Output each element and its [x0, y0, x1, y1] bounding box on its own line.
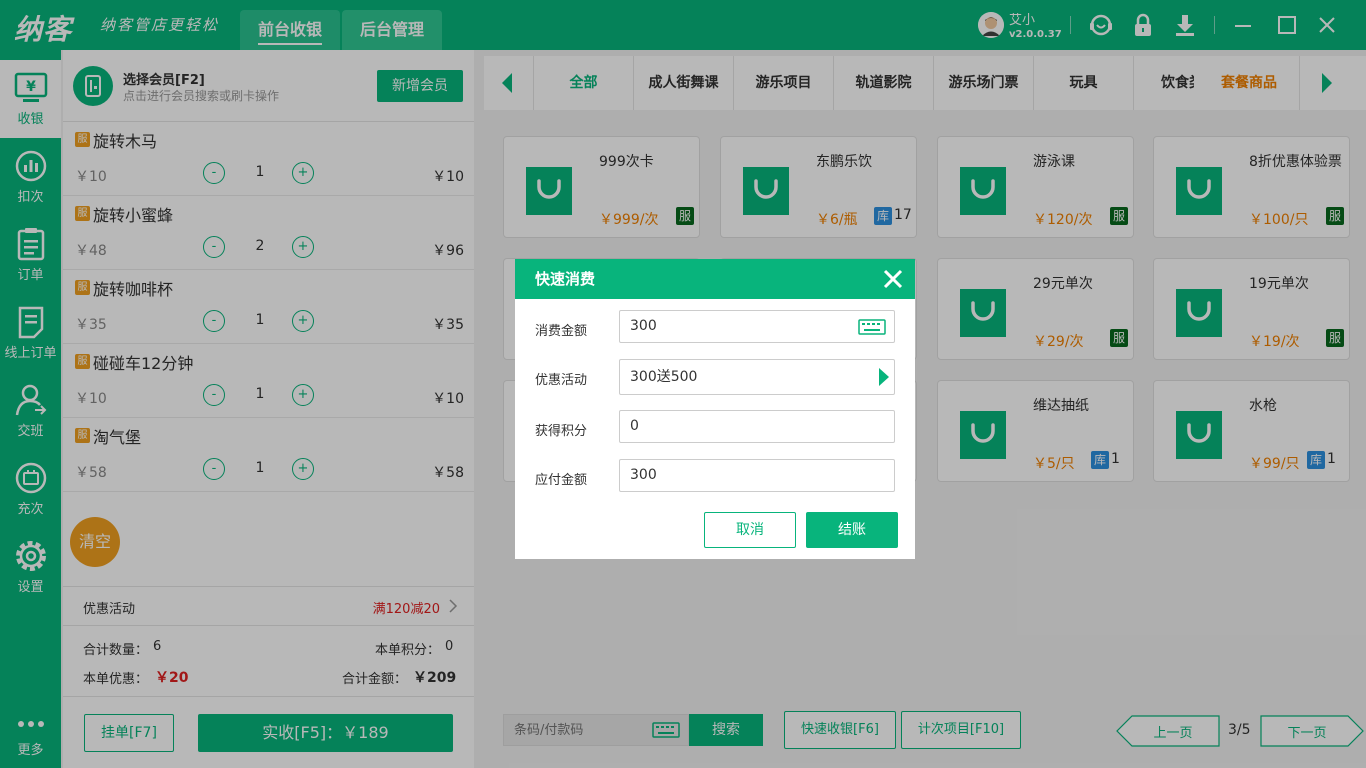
- payable-label: 应付金额: [535, 473, 588, 488]
- amount-field[interactable]: 300: [619, 310, 895, 343]
- amount-label: 消费金额: [535, 324, 588, 339]
- keyboard-icon[interactable]: [858, 319, 886, 335]
- checkout-button[interactable]: 结账: [806, 512, 898, 548]
- payable-value: 300: [630, 467, 657, 483]
- points-value: 0: [630, 418, 639, 434]
- quick-consume-dialog: 快速消费 消费金额 300 优惠活动 300送500 获得积分 0 应付金额 3…: [515, 259, 915, 559]
- amount-value: 300: [630, 318, 657, 334]
- promo-select[interactable]: 300送500: [619, 359, 895, 395]
- close-icon[interactable]: [881, 267, 905, 291]
- payable-field[interactable]: 300: [619, 459, 895, 492]
- triangle-right-icon: [879, 368, 889, 386]
- points-label: 获得积分: [535, 424, 588, 439]
- points-field[interactable]: 0: [619, 410, 895, 443]
- dialog-header: 快速消费: [515, 259, 915, 299]
- dialog-title: 快速消费: [535, 270, 596, 288]
- promo-label: 优惠活动: [535, 373, 588, 388]
- cancel-button[interactable]: 取消: [704, 512, 796, 548]
- promo-value: 300送500: [630, 369, 698, 385]
